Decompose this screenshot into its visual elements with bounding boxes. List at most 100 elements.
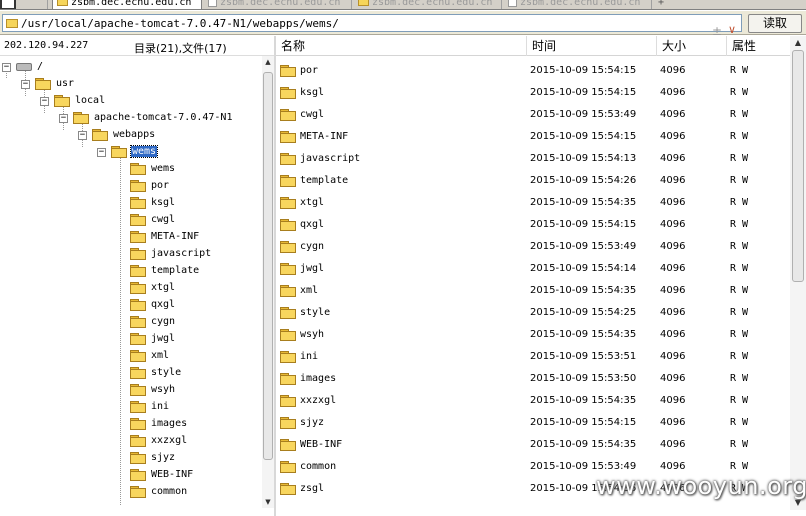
list-scrollbar[interactable]: ▲ ▼ xyxy=(790,36,806,510)
new-tab-button[interactable]: + xyxy=(654,0,668,9)
scroll-down-icon[interactable]: ▼ xyxy=(262,496,274,508)
folder-icon xyxy=(130,180,146,192)
tab-3[interactable]: zsbm.dec.ecnu.edu.cn xyxy=(354,0,502,9)
tree-node[interactable]: wsyh xyxy=(0,382,260,399)
tree-expander-icon[interactable]: − xyxy=(59,114,68,123)
file-name: javascript xyxy=(300,153,361,164)
file-size: 4096 xyxy=(660,285,686,296)
file-name: ksgl xyxy=(300,87,325,98)
column-name[interactable]: 名称 xyxy=(276,36,526,56)
file-row[interactable]: template 2015-10-09 15:54:26 4096 R W xyxy=(276,168,790,190)
tree-node-wems-selected[interactable]: − wems xyxy=(0,144,260,161)
blank-tab[interactable] xyxy=(20,0,48,9)
tree-node[interactable]: META-INF xyxy=(0,229,260,246)
tree-node[interactable]: ini xyxy=(0,399,260,416)
file-attr: R W xyxy=(730,351,749,362)
column-time[interactable]: 时间 xyxy=(526,36,656,56)
tree-expander-icon[interactable]: − xyxy=(40,97,49,106)
file-row[interactable]: ini 2015-10-09 15:53:51 4096 R W xyxy=(276,344,790,366)
scroll-up-icon[interactable]: ▲ xyxy=(790,36,806,50)
file-row[interactable]: jwgl 2015-10-09 15:54:14 4096 R W xyxy=(276,256,790,278)
tab-label: zsbm.dec.ecnu.edu.cn xyxy=(220,0,341,8)
tree-node[interactable]: WEB-INF xyxy=(0,467,260,484)
tree-node[interactable]: common xyxy=(0,484,260,501)
folder-icon xyxy=(280,175,296,187)
tab-label: zsbm.dec.ecnu.edu.cn xyxy=(71,0,192,8)
folder-icon xyxy=(57,0,68,6)
file-row[interactable]: style 2015-10-09 15:54:25 4096 R W xyxy=(276,300,790,322)
tree-node-label: cwgl xyxy=(151,214,176,225)
tree-node[interactable]: por xyxy=(0,178,260,195)
chevron-down-icon[interactable]: ∨ xyxy=(728,23,736,36)
tree-node[interactable]: sjyz xyxy=(0,450,260,467)
file-attr: R W xyxy=(730,153,749,164)
tree-node[interactable]: xtgl xyxy=(0,280,260,297)
page-icon xyxy=(208,0,217,7)
tree-node[interactable]: javascript xyxy=(0,246,260,263)
column-attr[interactable]: 属性 xyxy=(726,36,790,56)
scroll-up-icon[interactable]: ▲ xyxy=(262,56,274,68)
folder-icon xyxy=(280,417,296,429)
file-row[interactable]: qxgl 2015-10-09 15:54:15 4096 R W xyxy=(276,212,790,234)
file-row[interactable]: cygn 2015-10-09 15:53:49 4096 R W xyxy=(276,234,790,256)
tree-node-webapps[interactable]: − webapps xyxy=(0,127,260,144)
tree-node[interactable]: template xyxy=(0,263,260,280)
tree-node-label: wems xyxy=(151,163,176,174)
column-size[interactable]: 大小 xyxy=(656,36,726,56)
file-attr: R W xyxy=(730,395,749,406)
tree-node-local[interactable]: − local xyxy=(0,93,260,110)
file-row[interactable]: xtgl 2015-10-09 15:54:35 4096 R W xyxy=(276,190,790,212)
tree-expander-icon[interactable]: − xyxy=(21,80,30,89)
file-row[interactable]: WEB-INF 2015-10-09 15:54:35 4096 R W xyxy=(276,432,790,454)
read-button[interactable]: 读取 xyxy=(748,14,802,33)
path-input[interactable] xyxy=(2,14,742,32)
tree-node[interactable]: xxzxgl xyxy=(0,433,260,450)
tree-expander-icon[interactable]: − xyxy=(97,148,106,157)
file-time: 2015-10-09 15:54:13 xyxy=(530,153,637,164)
file-row[interactable]: por 2015-10-09 15:54:15 4096 R W xyxy=(276,58,790,80)
file-row[interactable]: META-INF 2015-10-09 15:54:15 4096 R W xyxy=(276,124,790,146)
tree-node[interactable]: xml xyxy=(0,348,260,365)
tab-4[interactable]: zsbm.dec.ecnu.edu.cn xyxy=(504,0,652,9)
folder-icon xyxy=(130,435,146,447)
file-row[interactable]: xml 2015-10-09 15:54:35 4096 R W xyxy=(276,278,790,300)
tree-node[interactable]: style xyxy=(0,365,260,382)
folder-icon xyxy=(130,418,146,430)
file-row[interactable]: cwgl 2015-10-09 15:53:49 4096 R W xyxy=(276,102,790,124)
scroll-thumb[interactable] xyxy=(792,50,804,282)
page-icon xyxy=(508,0,517,7)
file-row[interactable]: wsyh 2015-10-09 15:54:35 4096 R W xyxy=(276,322,790,344)
tree-scrollbar[interactable]: ▲ ▼ xyxy=(262,56,274,508)
tree-node-root[interactable]: − / xyxy=(0,59,260,76)
tree-expander-icon[interactable]: − xyxy=(78,131,87,140)
tree-node[interactable]: ksgl xyxy=(0,195,260,212)
tree-node-tomcat[interactable]: − apache-tomcat-7.0.47-N1 xyxy=(0,110,260,127)
tree-expander-icon[interactable]: − xyxy=(2,63,11,72)
tree-node[interactable]: cygn xyxy=(0,314,260,331)
tab-strip: zsbm.dec.ecnu.edu.cn zsbm.dec.ecnu.edu.c… xyxy=(0,0,806,10)
tab-1[interactable]: zsbm.dec.ecnu.edu.cn xyxy=(52,0,202,9)
file-size: 4096 xyxy=(660,175,686,186)
tree-node-usr[interactable]: − usr xyxy=(0,76,260,93)
tree-node-label: jwgl xyxy=(151,333,176,344)
file-row[interactable]: images 2015-10-09 15:53:50 4096 R W xyxy=(276,366,790,388)
file-row[interactable]: xxzxgl 2015-10-09 15:54:35 4096 R W xyxy=(276,388,790,410)
folder-icon xyxy=(73,112,89,124)
tab-2[interactable]: zsbm.dec.ecnu.edu.cn xyxy=(204,0,352,9)
file-name: ini xyxy=(300,351,319,362)
tree-node-label: images xyxy=(151,418,188,429)
scroll-thumb[interactable] xyxy=(263,72,273,460)
file-attr: R W xyxy=(730,329,749,340)
folder-icon xyxy=(280,241,296,253)
server-ip: 202.120.94.227 xyxy=(4,40,89,51)
file-row[interactable]: ksgl 2015-10-09 15:54:15 4096 R W xyxy=(276,80,790,102)
file-size: 4096 xyxy=(660,263,686,274)
tree-node[interactable]: qxgl xyxy=(0,297,260,314)
file-row[interactable]: sjyz 2015-10-09 15:54:15 4096 R W xyxy=(276,410,790,432)
tree-node[interactable]: cwgl xyxy=(0,212,260,229)
tree-node[interactable]: wems xyxy=(0,161,260,178)
file-row[interactable]: javascript 2015-10-09 15:54:13 4096 R W xyxy=(276,146,790,168)
tree-node[interactable]: images xyxy=(0,416,260,433)
tree-node[interactable]: jwgl xyxy=(0,331,260,348)
tree-node-label: qxgl xyxy=(151,299,176,310)
